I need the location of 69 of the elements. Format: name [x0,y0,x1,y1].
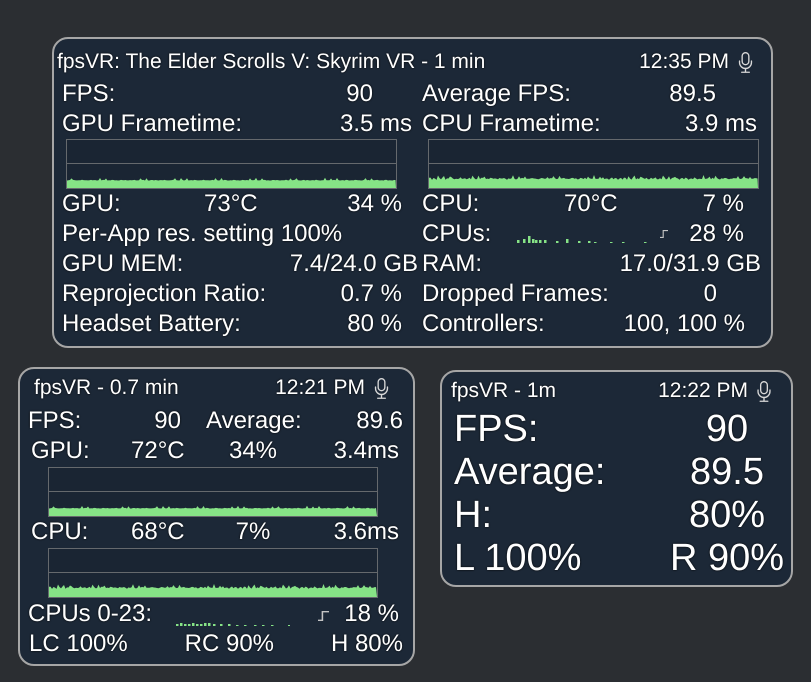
microphone-icon [757,380,771,402]
resolution-setting-text: Per-App res. setting 100% [62,219,342,249]
stat-label: FPS: [454,408,540,451]
frametime-value: 3.4ms [334,436,399,466]
stat-label: FPS: [62,79,116,109]
step-line-icon [660,230,668,238]
stat-label: H: [454,494,493,537]
overlay-title: fpsVR - 1m [451,379,556,403]
stat-value: 90 [154,406,181,436]
clock-time: 12:35 PM [639,50,729,74]
stat-value: 3.9 ms [684,109,757,139]
stat-value: 100, 100 % [624,309,745,339]
core-load-bar [566,239,569,243]
battery-reading: RC 90% [184,629,274,659]
core-load-bar [544,240,547,243]
stat-label: Dropped Frames: [422,279,609,309]
load-value: 34 % [347,189,402,219]
stat-label: Average: [206,406,302,436]
stat-value: 17.0/31.9 GB [620,249,761,279]
temperature-value: 72°C [131,436,185,466]
load-value: 7% [236,517,270,547]
microphone-icon [738,52,753,72]
stat-value: 90 [706,408,748,451]
stat-label: Reprojection Ratio: [62,279,266,309]
stat-value: 89.6 [356,406,403,436]
stat-label: Average: [454,451,606,494]
load-value: 7 % [702,189,744,219]
overlay-title: fpsVR - 0.7 min [34,376,179,400]
sensor-label: CPU: [422,189,480,219]
stat-value: 89.5 [690,451,764,494]
stat-value: 80% [688,494,766,537]
stat-label: Headset Battery: [62,309,241,339]
battery-reading: LC 100% [29,629,128,659]
cores-value: 28 % [688,219,744,249]
stat-label: L 100% [454,537,582,580]
stat-value: 0.7 % [340,279,402,309]
microphone-icon [374,378,389,398]
battery-reading: H 80% [330,629,403,659]
sensor-label: CPU: [31,517,88,547]
stat-value: 7.4/24.0 GB [290,249,418,279]
clock-time: 12:21 PM [275,376,365,400]
sensor-label: GPU: [31,436,90,466]
cores-label: CPUs 0-23: [28,599,152,629]
step-line-icon [318,611,330,621]
core-load-bar [523,239,526,243]
stat-label: FPS: [28,406,82,436]
stat-value: R 90% [670,537,784,580]
cores-value: 18 % [343,599,399,629]
temperature-value: 68°C [131,517,185,547]
stat-value: 90 [346,79,373,109]
stat-label: Controllers: [422,309,545,339]
stat-value: 0 [704,279,717,309]
core-load-bar [517,240,520,243]
frametime-value: 3.6ms [334,517,399,547]
cores-label: CPUs: [422,219,492,249]
load-value: 34% [228,436,278,466]
stat-label: GPU Frametime: [62,109,242,139]
stat-label: CPU Frametime: [422,109,601,139]
temperature-value: 70°C [564,189,619,219]
stat-value: 89.5 [669,79,716,109]
clock-time: 12:22 PM [658,379,748,403]
stat-value: 80 % [347,309,402,339]
temperature-value: 73°C [204,189,259,219]
stat-label: Average FPS: [422,79,571,109]
stat-value: 3.5 ms [340,109,412,139]
sensor-label: GPU: [62,189,122,219]
stat-label: RAM: [422,249,482,279]
overlay-title: fpsVR: The Elder Scrolls V: Skyrim VR - 1 min [57,50,486,74]
stat-label: GPU MEM: [62,249,184,279]
